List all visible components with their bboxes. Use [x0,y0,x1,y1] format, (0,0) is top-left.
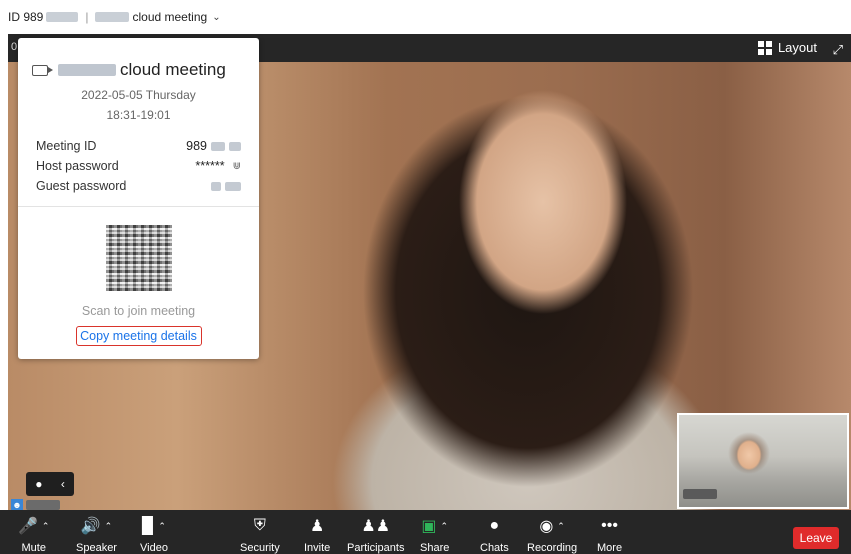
invite-label: Invite [304,542,331,554]
leave-button[interactable]: Leave [793,527,839,549]
chats-label: Chats [480,542,509,554]
more-label: More [597,542,623,554]
chevron-up-icon[interactable]: ⌃ [105,521,113,532]
qr-code [105,225,172,291]
redacted-password-part [225,181,241,191]
more-button[interactable]: ••• More [597,516,622,554]
meeting-toolbar: 🎤 ⌃ Mute 🔊 ⌃ Speaker ▉ ⌃ Video ⛨ Security ♟… [0,510,851,554]
meeting-info-popup: cloud meeting 2022-05-05 Thursday 18:31-… [18,38,259,359]
redacted-user-name [26,500,60,510]
chevron-down-icon[interactable]: ⌄ [212,12,220,23]
video-off-icon: ▉ [142,518,155,535]
chat-icon: ● [489,517,500,534]
speaker-badge: ☻ [11,498,67,510]
host-password-masked: ****** [195,159,225,173]
redacted-password-part [211,181,221,191]
chat-toggle[interactable]: ● ‹ [26,472,74,496]
info-divider [18,206,259,207]
chats-button[interactable]: ● Chats [480,516,509,554]
redacted-id-part [211,141,225,151]
guest-password-value [211,181,241,191]
chat-bubble-icon: ● [35,477,43,491]
meeting-id-label: Meeting ID [36,139,97,153]
host-password-label: Host password [36,159,119,173]
corner-indicator: 0 [11,41,18,53]
meeting-id-prefix: ID 989 [8,10,44,24]
redacted-id [46,12,79,22]
security-label: Security [240,542,280,554]
chevron-up-icon[interactable]: ⌃ [42,521,50,532]
video-label: Video [140,542,168,554]
chevron-left-icon: ‹ [60,477,65,491]
scan-instruction: Scan to join meeting [81,304,196,318]
guest-password-label: Guest password [36,179,127,193]
user-icon: ☻ [11,499,23,510]
more-dots-icon: ••• [601,517,618,534]
participants-icon: ♟♟ [361,518,391,535]
video-button[interactable]: ▉ ⌃ Video [140,516,168,554]
security-button[interactable]: ⛨ Security [240,516,280,554]
chevron-up-icon[interactable]: ⌃ [440,521,448,532]
shield-icon: ⛨ [253,517,266,534]
meeting-id-value[interactable]: 989 [186,139,241,153]
meeting-id-prefix-text: 989 [186,139,207,153]
recording-label: Recording [527,542,578,554]
speaker-label: Speaker [76,542,117,554]
recording-button[interactable]: ◉ ⌃ Recording [527,516,577,554]
redacted-meeting-name [58,64,116,76]
mute-label: Mute [21,542,46,554]
chevron-up-icon[interactable]: ⌃ [557,521,565,532]
eye-closed-icon[interactable]: ⋓ [233,161,241,172]
camera-icon [32,64,53,76]
expand-icon[interactable]: ⤢ [833,42,843,58]
meeting-title[interactable]: cloud meeting [132,10,207,24]
meeting-id-row: Meeting ID 989 [36,136,241,156]
share-button[interactable]: ▣ ⌃ Share [420,516,449,554]
mute-button[interactable]: 🎤 ⌃ Mute [18,516,49,554]
layout-button[interactable]: Layout [757,40,817,55]
info-rows: Meeting ID 989 Host password ****** ⋓ Gu… [18,136,259,196]
chevron-up-icon[interactable]: ⌃ [158,521,166,532]
self-video-thumbnail[interactable] [677,413,849,509]
participants-label: Participants [347,542,405,554]
host-password-row: Host password ****** ⋓ [36,156,241,176]
speaker-button[interactable]: 🔊 ⌃ Speaker [76,516,117,554]
info-header: cloud meeting [18,38,259,80]
participants-button[interactable]: ♟♟ Participants [347,516,404,554]
self-name-tag [683,489,717,499]
copy-meeting-details-link[interactable]: Copy meeting details [75,326,202,346]
share-label: Share [420,542,450,554]
redacted-id-part [229,141,241,151]
record-icon: ◉ [539,518,554,535]
redacted-name [95,12,130,22]
layout-label: Layout [777,40,817,55]
meeting-date: 2022-05-05 Thursday [81,88,196,102]
guest-password-row: Guest password [36,176,241,196]
title-separator: | [85,10,89,24]
info-title: cloud meeting [120,60,226,79]
share-screen-icon: ▣ [421,518,437,535]
host-password-value: ****** ⋓ [195,159,241,173]
grid-icon [757,40,772,55]
microphone-muted-icon: 🎤 [18,518,38,535]
meeting-time: 18:31-19:01 [106,108,171,122]
add-person-icon: ♟ [309,518,325,535]
speaker-icon: 🔊 [80,518,101,535]
window-titlebar: ID 989 | cloud meeting ⌄ [0,0,851,34]
invite-button[interactable]: ♟ Invite [304,516,330,554]
